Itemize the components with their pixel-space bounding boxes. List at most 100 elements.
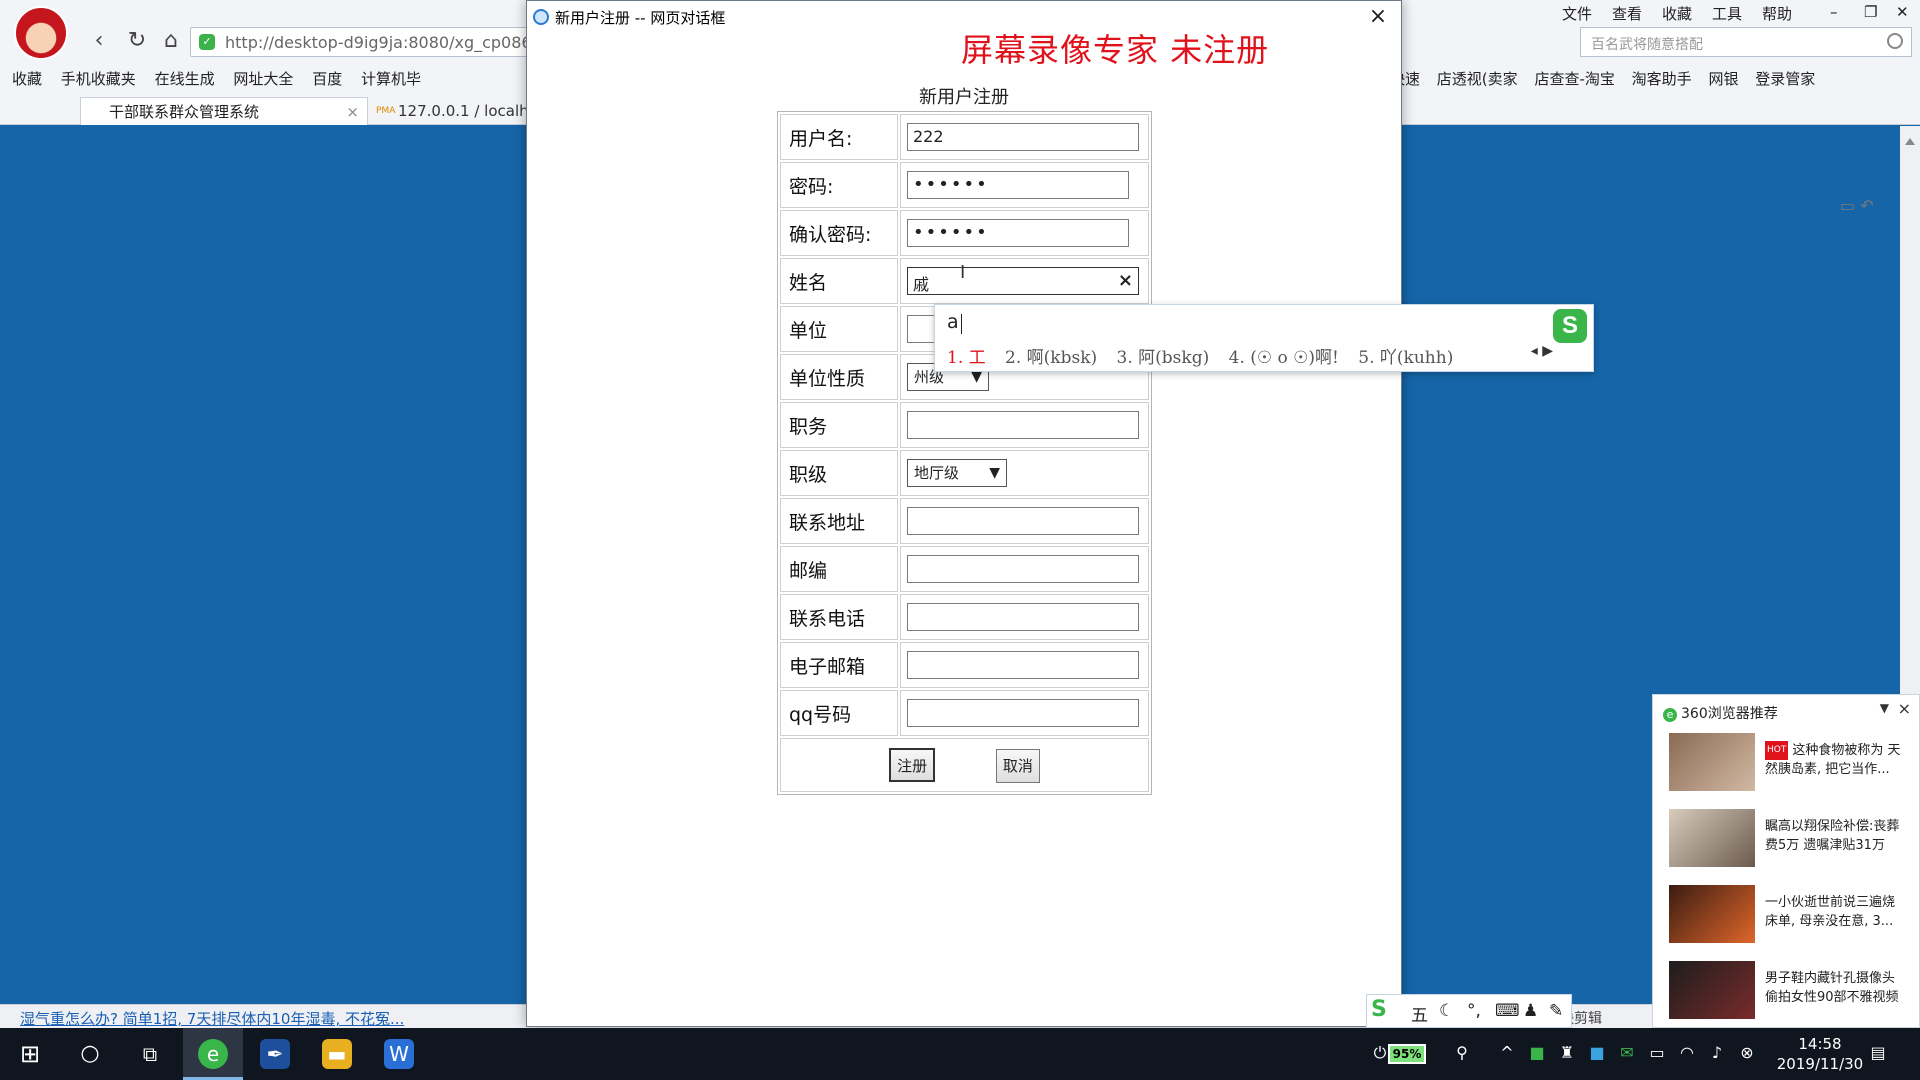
taskbar-recorder[interactable]: ✒	[245, 1028, 305, 1080]
phone-label: 联系电话	[780, 594, 898, 640]
taskbar-360-browser[interactable]: e	[183, 1028, 243, 1080]
cancel-button[interactable]: 取消	[995, 748, 1040, 783]
search-input[interactable]: 百名武将随意搭配	[1580, 27, 1912, 57]
volume-icon[interactable]: ♪	[1707, 1043, 1727, 1063]
tab-cadre-system[interactable]: 干部联系群众管理系统 ×	[80, 97, 368, 125]
address-text[interactable]: http://desktop-d9ig9ja:8080/xg_cp086_0	[225, 33, 550, 52]
ime-mode-indicator[interactable]: 五	[1411, 1001, 1428, 1026]
moon-icon[interactable]: ☾	[1439, 1001, 1454, 1021]
restore-icon[interactable]: ❐	[1864, 3, 1877, 21]
keyboard-icon[interactable]: ⌨	[1495, 1001, 1520, 1021]
network-off-icon[interactable]: ⊗	[1737, 1043, 1757, 1063]
power-plug-icon[interactable]: ⏻	[1370, 1043, 1390, 1063]
address-input[interactable]	[907, 507, 1139, 535]
tab-close-icon[interactable]: ×	[346, 98, 359, 125]
row-address: 联系地址	[780, 498, 1149, 544]
menu-file[interactable]: 文件	[1562, 3, 1592, 24]
chevron-down-icon[interactable]: ▼	[1880, 701, 1889, 715]
tray-app-icon[interactable]: ■	[1587, 1043, 1607, 1063]
menu-help[interactable]: 帮助	[1762, 3, 1792, 24]
bookmark-login[interactable]: 登录管家	[1755, 70, 1815, 88]
email-input[interactable]	[907, 651, 1139, 679]
wifi-icon[interactable]: ◠	[1677, 1043, 1697, 1063]
refresh-icon[interactable]: ↻	[124, 28, 150, 54]
folder-icon: ▬	[322, 1039, 352, 1069]
taskbar-explorer[interactable]: ▬	[307, 1028, 367, 1080]
battery-indicator[interactable]: 95%	[1388, 1044, 1426, 1064]
ime-candidate[interactable]: 2. 啊(kbsk)	[1005, 348, 1097, 368]
row-rank: 职级 地厅级 ▼	[780, 450, 1149, 496]
bookmark-favorites[interactable]: 收藏	[12, 70, 42, 88]
punctuation-icon[interactable]: °,	[1467, 1001, 1481, 1021]
post-input[interactable]	[907, 411, 1139, 439]
search-circle-icon: ○	[80, 1041, 100, 1066]
tab-tools-icon[interactable]: ▭ ↶	[1840, 196, 1900, 216]
recommend-popup: 360浏览器推荐 ▼ × HOT这种食物被称为 天然胰岛素, 把它当作... 瞩…	[1652, 694, 1920, 1028]
register-button[interactable]: 注册	[889, 747, 936, 782]
news-thumbnail	[1669, 885, 1755, 943]
search-icon[interactable]	[1887, 33, 1903, 49]
confirm-password-input[interactable]: ••••••	[907, 219, 1129, 247]
sogou-logo-icon[interactable]: S	[1371, 997, 1387, 1022]
tray-app-icon[interactable]: ♜	[1557, 1043, 1577, 1063]
popup-title: 360浏览器推荐	[1663, 703, 1778, 723]
ime-candidate[interactable]: 5. 吖(kuhh)	[1358, 348, 1453, 368]
zip-input[interactable]	[907, 555, 1139, 583]
bookmark-bank[interactable]: 网银	[1708, 70, 1738, 88]
ime-candidate[interactable]: 3. 阿(bskg)	[1117, 348, 1210, 368]
rank-select[interactable]: 地厅级 ▼	[907, 459, 1007, 487]
notification-icon[interactable]: ▤	[1868, 1043, 1888, 1063]
menu-view[interactable]: 查看	[1612, 3, 1642, 24]
dialog-close-button[interactable]: ×	[1363, 3, 1393, 31]
chevron-up-icon[interactable]: ^	[1497, 1043, 1517, 1063]
qq-input[interactable]	[907, 699, 1139, 727]
minimize-icon[interactable]: –	[1830, 3, 1838, 21]
clock[interactable]: 14:58 2019/11/30	[1760, 1034, 1880, 1074]
bookmark-online[interactable]: 在线生成	[155, 70, 215, 88]
task-view-button[interactable]: ⧉	[120, 1028, 180, 1080]
address-bar[interactable]: ✓ http://desktop-d9ig9ja:8080/xg_cp086_0	[190, 27, 550, 57]
news-item[interactable]: 瞩高以翔保险补偿:丧葬费5万 遗嘱津贴31万	[1669, 809, 1909, 869]
wrench-icon[interactable]: ✎	[1549, 1001, 1563, 1021]
home-icon[interactable]: ⌂	[158, 28, 184, 54]
taskbar-wps[interactable]: W	[369, 1028, 429, 1080]
password-input[interactable]: ••••••	[907, 171, 1129, 199]
username-input[interactable]: 222	[907, 123, 1139, 151]
news-item[interactable]: HOT 这种食物被称为 天然胰岛素, 把它当作...	[1669, 733, 1909, 793]
news-item[interactable]: 一小伙逝世前说三遍烧床单, 母亲没在意, 3...	[1669, 885, 1909, 945]
menu-tools[interactable]: 工具	[1712, 3, 1742, 24]
bookmark-portal[interactable]: 网址大全	[233, 70, 293, 88]
battery-icon[interactable]: ▭	[1647, 1043, 1667, 1063]
bookmark-mobile[interactable]: 手机收藏夹	[61, 70, 136, 88]
back-icon[interactable]: ‹	[86, 28, 112, 54]
bookmark-baidu[interactable]: 百度	[312, 70, 342, 88]
clear-icon[interactable]: ×	[1118, 268, 1133, 294]
bookmark-shop-check[interactable]: 店查查-淘宝	[1534, 70, 1614, 88]
news-item[interactable]: 男子鞋内藏针孔摄像头 偷拍女性90部不雅视频	[1669, 961, 1909, 1021]
ime-page-arrows-icon[interactable]: ◂ ▶	[1531, 343, 1553, 359]
phone-input[interactable]	[907, 603, 1139, 631]
ime-candidate[interactable]: 4. (☉ o ☉)啊!	[1229, 348, 1339, 368]
recorder-watermark: 屏幕录像专家 未注册	[961, 31, 1270, 69]
wechat-icon[interactable]: ✉	[1617, 1043, 1637, 1063]
ime-toolbar: S 五 ☾ °, ⌨ ♟ ✎	[1366, 994, 1572, 1028]
popup-close-icon[interactable]: ×	[1898, 699, 1911, 718]
bookmark-taoke[interactable]: 淘客助手	[1632, 70, 1692, 88]
close-window-icon[interactable]: ✕	[1896, 3, 1909, 21]
ime-candidate[interactable]: 1. 工	[947, 348, 986, 368]
start-button[interactable]: ⊞	[0, 1028, 60, 1080]
skin-icon[interactable]: ♟	[1523, 1001, 1538, 1021]
row-buttons: 注册 取消	[780, 738, 1149, 792]
bookmark-shop-view[interactable]: 店透视(卖家	[1437, 70, 1518, 88]
menu-favorites[interactable]: 收藏	[1662, 3, 1692, 24]
task-view-icon: ⧉	[142, 1042, 158, 1066]
bookmark-computer[interactable]: 计算机毕	[361, 70, 421, 88]
people-icon[interactable]: ⚲	[1452, 1043, 1472, 1063]
name-input[interactable]: 戚 I ×	[907, 262, 1139, 295]
user-avatar[interactable]	[14, 6, 68, 60]
cortana-button[interactable]: ○	[60, 1028, 120, 1080]
tray-app-icon[interactable]: ■	[1527, 1043, 1547, 1063]
status-news-link[interactable]: 湿气重怎么办? 简单1招, 7天排尽体内10年湿毒, 不花冤...	[20, 1008, 404, 1029]
rank-label: 职级	[780, 450, 898, 496]
tab-localhost[interactable]: PMA 127.0.0.1 / localho	[372, 97, 532, 125]
